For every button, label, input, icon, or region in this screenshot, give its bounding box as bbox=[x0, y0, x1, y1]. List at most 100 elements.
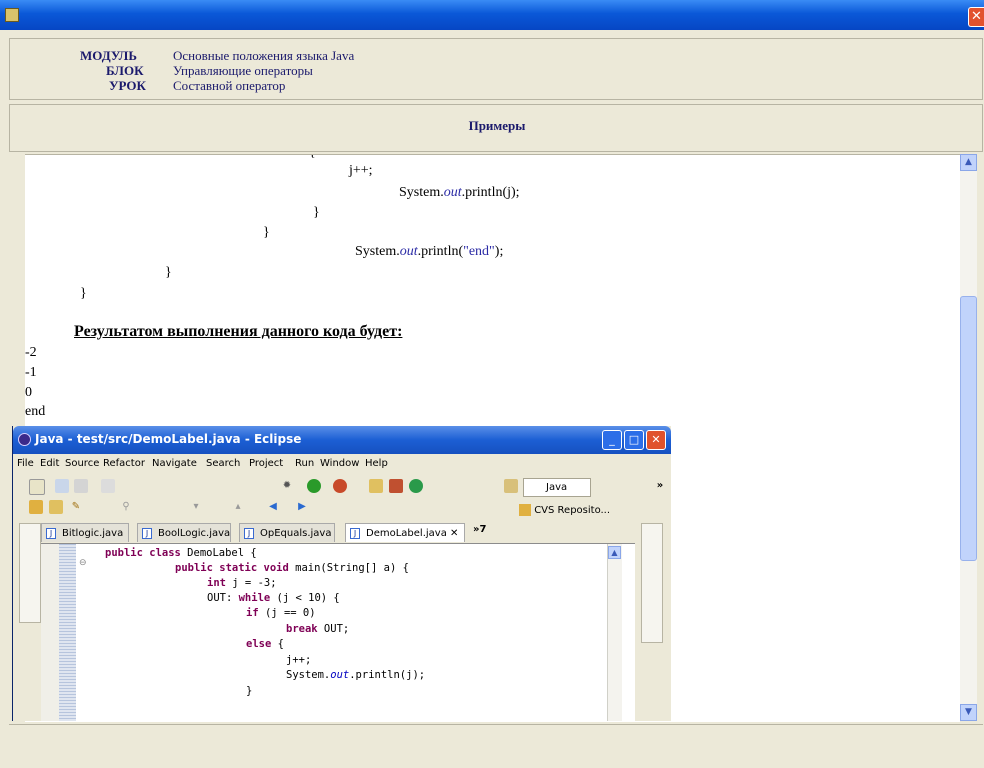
perspective-label: Java bbox=[546, 482, 568, 493]
previous-annotation-icon: ▴ bbox=[235, 501, 241, 512]
scroll-up-button[interactable]: ▲ bbox=[960, 154, 977, 171]
fold-icon: ⊖ bbox=[79, 558, 87, 568]
menu-run: Run bbox=[295, 458, 315, 469]
minimize-icon: _ bbox=[602, 430, 622, 450]
tab-demolabel: J DemoLabel.java ✕ bbox=[345, 523, 465, 542]
folder-icon bbox=[49, 500, 63, 514]
module-value: Основные положения языка Java bbox=[173, 48, 355, 63]
new-icon bbox=[29, 479, 45, 495]
next-annotation-icon: ▾ bbox=[193, 501, 199, 512]
save-icon bbox=[55, 479, 69, 493]
open-folder-icon bbox=[29, 500, 43, 514]
lesson-label: УРОК bbox=[109, 78, 146, 93]
cvs-label: CVS Reposito... bbox=[534, 505, 611, 516]
code-line: System.out.println("end"); bbox=[355, 244, 504, 259]
content-scrollbar[interactable]: ▲ ▼ bbox=[960, 154, 977, 721]
lesson-value: Составной оператор bbox=[173, 78, 286, 93]
open-perspective-icon bbox=[504, 479, 518, 493]
menu-refactor: Refactor bbox=[103, 458, 145, 469]
java-file-icon: J bbox=[350, 528, 360, 539]
cvs-icon bbox=[519, 504, 531, 516]
java-line: OUT: while (j < 10) { bbox=[207, 592, 340, 604]
menu-project: Project bbox=[249, 458, 284, 469]
module-label: МОДУЛЬ bbox=[80, 48, 137, 63]
new-type-icon bbox=[409, 479, 423, 493]
tab-bitlogic: J Bitlogic.java bbox=[41, 523, 129, 542]
output-line: -2 bbox=[25, 345, 37, 360]
code-line: } bbox=[263, 225, 270, 240]
editor-scrollbar: ▲ bbox=[607, 544, 622, 721]
eclipse-screenshot: Java - test/src/DemoLabel.java - Eclipse… bbox=[12, 426, 671, 721]
tab-opequals: J OpEquals.java bbox=[239, 523, 335, 542]
menu-help: Help bbox=[365, 458, 388, 469]
toolbar-overflow-icon: » bbox=[656, 480, 664, 491]
scroll-down-button[interactable]: ▼ bbox=[960, 704, 977, 721]
code-line: } bbox=[165, 265, 172, 280]
cvs-perspective-button: CVS Reposito... bbox=[519, 504, 610, 516]
java-line: j++; bbox=[286, 654, 312, 666]
java-line: break OUT; bbox=[286, 623, 350, 635]
tab-boollogic: J BoolLogic.java bbox=[137, 523, 231, 542]
scroll-thumb[interactable] bbox=[960, 296, 977, 561]
output-line: 0 bbox=[25, 385, 32, 400]
eclipse-logo-icon bbox=[18, 433, 31, 446]
menu-source: Source bbox=[65, 458, 100, 469]
editor-tab-bar: J Bitlogic.java J BoolLogic.java J OpEquals… bbox=[41, 523, 635, 544]
java-line: System.out.println(j); bbox=[286, 669, 426, 681]
close-button[interactable]: ✕ bbox=[968, 7, 984, 27]
code-line: } bbox=[313, 205, 320, 220]
java-line: else { bbox=[246, 638, 284, 650]
close-icon: ✕ bbox=[646, 430, 666, 450]
menu-edit: Edit bbox=[40, 458, 60, 469]
java-line: int j = -3; bbox=[207, 577, 277, 589]
output-line: end bbox=[25, 404, 46, 419]
run-icon bbox=[307, 479, 321, 493]
menu-window: Window bbox=[320, 458, 360, 469]
java-line: public class DemoLabel { bbox=[105, 547, 257, 559]
pen-icon: ✎ bbox=[71, 501, 81, 512]
java-line: if (j == 0) bbox=[246, 607, 316, 619]
eclipse-title-bar: Java - test/src/DemoLabel.java - Eclipse… bbox=[13, 426, 671, 454]
examples-title: Примеры bbox=[468, 118, 526, 133]
window-title-bar: ✕ bbox=[0, 0, 984, 30]
code-line: } bbox=[80, 286, 87, 301]
menu-search: Search bbox=[206, 458, 241, 469]
java-line: } bbox=[246, 685, 253, 697]
lesson-header: МОДУЛЬ Основные положения языка Java БЛО… bbox=[9, 38, 983, 100]
new-package-icon bbox=[369, 479, 383, 493]
editor-overview-ruler bbox=[59, 544, 76, 721]
app-icon bbox=[5, 8, 19, 22]
binary-icon bbox=[101, 479, 115, 493]
forward-icon: ▶ bbox=[298, 501, 306, 512]
java-file-icon: J bbox=[244, 528, 254, 539]
menu-file: File bbox=[17, 458, 34, 469]
result-heading: Результатом выполнения данного кода буде… bbox=[74, 323, 403, 340]
debug-icon: ✹ bbox=[282, 480, 292, 491]
eclipse-menu-bar: File Edit Source Refactor Navigate Searc… bbox=[13, 456, 671, 473]
back-icon: ◀ bbox=[269, 501, 277, 512]
scroll-up-icon: ▲ bbox=[608, 546, 621, 559]
right-view-strip bbox=[641, 523, 663, 643]
maximize-icon: □ bbox=[624, 430, 644, 450]
java-editor: ⊖ public class DemoLabel { public static… bbox=[41, 544, 635, 721]
close-tab-icon: ✕ bbox=[450, 528, 459, 539]
block-value: Управляющие операторы bbox=[173, 63, 313, 78]
java-file-icon: J bbox=[46, 528, 56, 539]
left-view-strip bbox=[19, 523, 41, 623]
search-icon: ⚲ bbox=[122, 501, 130, 512]
more-tabs-indicator: »7 bbox=[473, 524, 487, 535]
menu-navigate: Navigate bbox=[152, 458, 197, 469]
code-line: System.out.println(j); bbox=[399, 185, 520, 200]
code-line: { bbox=[309, 155, 316, 161]
new-class-icon bbox=[389, 479, 403, 493]
eclipse-title: Java - test/src/DemoLabel.java - Eclipse bbox=[35, 432, 302, 446]
java-perspective-button: Java bbox=[523, 478, 591, 497]
external-tools-icon bbox=[333, 479, 347, 493]
footer-panel bbox=[9, 724, 983, 768]
print-icon bbox=[74, 479, 88, 493]
output-line: -1 bbox=[25, 365, 37, 380]
code-line: j++; bbox=[349, 163, 373, 178]
editor-ruler bbox=[41, 544, 59, 721]
block-label: БЛОК bbox=[106, 63, 144, 78]
java-line: public static void main(String[] a) { bbox=[175, 562, 409, 574]
